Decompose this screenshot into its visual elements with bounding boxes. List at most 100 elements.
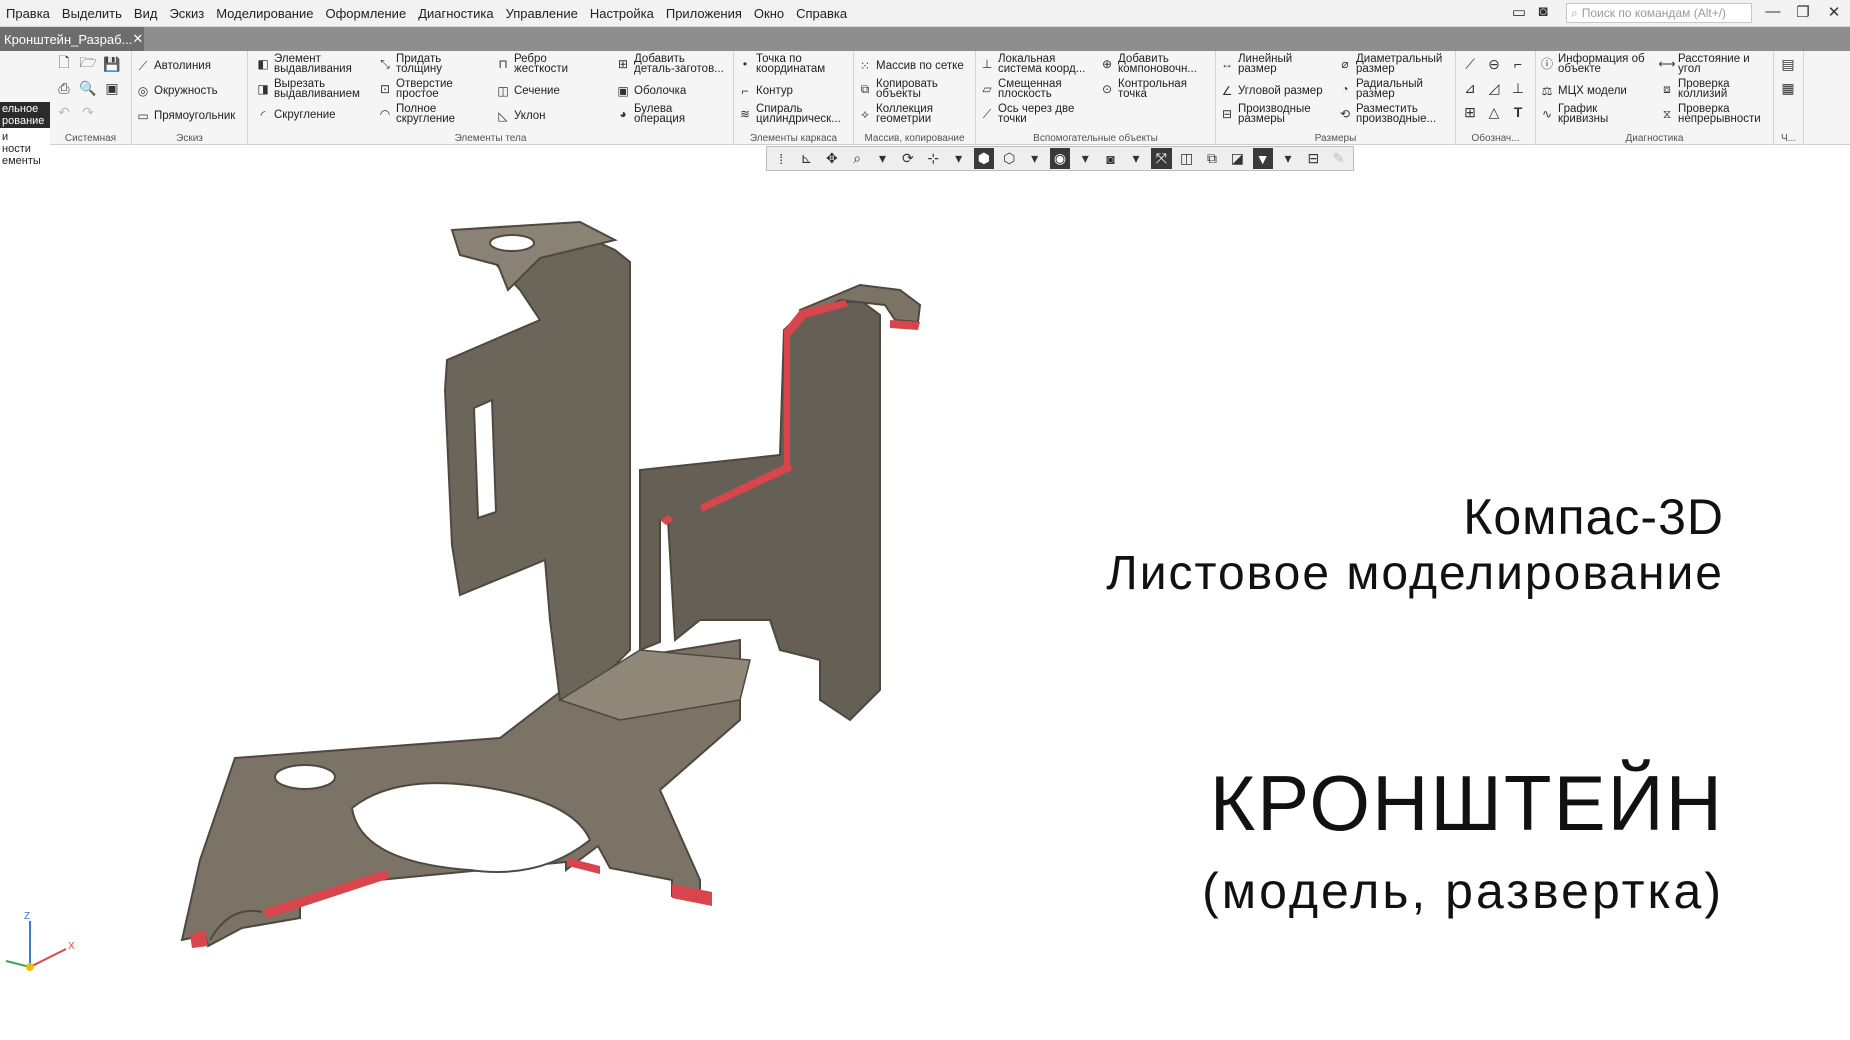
menu-edit[interactable]: Правка	[0, 6, 56, 21]
chevron-down-icon[interactable]: ▾	[948, 148, 968, 169]
pan-icon[interactable]: ✥	[822, 148, 842, 169]
linear-dim-button[interactable]: ↔ Линейный размер	[1220, 53, 1292, 75]
shell-button[interactable]: ▣ Оболочка	[616, 84, 686, 98]
section-button[interactable]: ◫ Сечение	[496, 84, 560, 98]
restore-icon[interactable]: ❐	[1792, 3, 1814, 21]
rectangle-button[interactable]: ▭ Прямоугольник	[136, 109, 235, 123]
add-blank-button[interactable]: ⊞ Добавить деталь-заготов...	[616, 53, 724, 75]
export-icon[interactable]: ▦	[1780, 80, 1796, 96]
axis-two-points-button[interactable]: ⟋ Ось через две точки	[980, 103, 1075, 125]
helix-button[interactable]: ≋ Спираль цилиндрическ...	[738, 103, 841, 125]
object-info-button[interactable]: ⓘ Информация об объекте	[1540, 53, 1645, 75]
menu-diagnostics[interactable]: Диагностика	[412, 6, 499, 21]
camera-icon[interactable]: ◙	[1532, 3, 1554, 20]
chevron-down-icon[interactable]: ▾	[1278, 148, 1298, 169]
datum-icon[interactable]: ⊖	[1486, 56, 1502, 72]
fillet-button[interactable]: ◜ Скругление	[256, 108, 336, 122]
radial-dim-button[interactable]: ◔ Радиальный размер	[1338, 78, 1423, 100]
boolean-button[interactable]: ◕ Булева операция	[616, 103, 685, 125]
rib-button[interactable]: ⊓ Ребро жесткости	[496, 53, 568, 75]
shaded-view-icon[interactable]: ⬢	[973, 148, 995, 169]
left-panel-active-item[interactable]: ельное рование	[0, 102, 50, 128]
menu-sketch[interactable]: Эскиз	[163, 6, 210, 21]
control-point-button[interactable]: ⊙ Контрольная точка	[1100, 78, 1187, 100]
zoom-icon[interactable]: ⌕	[847, 148, 867, 169]
close-icon[interactable]: ✕	[1823, 3, 1845, 21]
axis-view-icon[interactable]: ⊹	[923, 148, 943, 169]
curvature-graph-button[interactable]: ∿ График кривизны	[1540, 103, 1608, 125]
diameter-dim-button[interactable]: ⌀ Диаметральный размер	[1338, 53, 1442, 75]
hide-icon[interactable]: ◉	[1049, 148, 1071, 169]
filter-icon[interactable]: ▼	[1252, 148, 1273, 169]
close-tab-icon[interactable]: ✕	[132, 31, 143, 47]
command-search-input[interactable]: ⌕ Поиск по командам (Alt+/)	[1566, 3, 1752, 23]
minimize-icon[interactable]: —	[1762, 3, 1784, 20]
full-round-button[interactable]: ◠ Полное скругление	[378, 103, 455, 125]
mass-properties-button[interactable]: ⚖ МЦХ модели	[1540, 84, 1627, 98]
thicken-button[interactable]: ⤡ Придать толщину	[378, 53, 442, 75]
menu-apps[interactable]: Приложения	[660, 6, 748, 21]
contour-button[interactable]: ⌐ Контур	[738, 84, 792, 98]
menu-view[interactable]: Вид	[128, 6, 164, 21]
menu-window[interactable]: Окно	[748, 6, 790, 21]
panel-toggle-icon[interactable]: ▭	[1508, 3, 1530, 21]
save-icon[interactable]: 💾	[103, 56, 120, 72]
report-icon[interactable]: ▤	[1780, 56, 1796, 72]
menu-manage[interactable]: Управление	[500, 6, 584, 21]
redo-icon[interactable]: ↷	[80, 104, 96, 120]
extrude-button[interactable]: ◧ Элемент выдавливания	[256, 53, 352, 75]
open-folder-icon[interactable]: 🗁	[79, 54, 96, 72]
section-view-icon[interactable]: ◫	[1177, 148, 1197, 169]
print-icon[interactable]: ⎙	[56, 80, 72, 96]
chevron-down-icon[interactable]: ▾	[872, 148, 892, 169]
derived-dims-button[interactable]: ⊟ Производные размеры	[1220, 103, 1311, 125]
collision-check-button[interactable]: ⧈ Проверка коллизий	[1660, 78, 1729, 100]
menu-settings[interactable]: Настройка	[584, 6, 660, 21]
hole-button[interactable]: ⊡ Отверстие простое	[378, 78, 453, 100]
angular-dim-button[interactable]: ∠ Угловой размер	[1220, 84, 1323, 98]
wireframe-view-icon[interactable]: ⬡	[999, 148, 1019, 169]
new-file-icon[interactable]: 🗋	[56, 54, 72, 72]
text-icon[interactable]: T	[1510, 104, 1526, 120]
properties-icon[interactable]: ⊟	[1303, 148, 1323, 169]
edit-icon[interactable]: ✎	[1329, 148, 1349, 169]
view-arrow-icon[interactable]: △	[1486, 104, 1502, 120]
chevron-down-icon[interactable]: ▾	[1126, 148, 1146, 169]
add-layout-button[interactable]: ⊕ Добавить компоновочн...	[1100, 53, 1197, 75]
table-icon[interactable]: ⊞	[1462, 104, 1478, 120]
rotate-icon[interactable]: ⟳	[898, 148, 918, 169]
chevron-down-icon[interactable]: ▾	[1024, 148, 1044, 169]
copy-objects-button[interactable]: ⧉ Копировать объекты	[858, 78, 938, 100]
visibility-icon[interactable]: ◙	[1100, 148, 1120, 169]
snap-icon[interactable]: ⤧	[1151, 148, 1172, 169]
leader-icon[interactable]: ⌐	[1510, 56, 1526, 72]
local-cs-button[interactable]: ⊥ Локальная система коорд...	[980, 53, 1086, 75]
undo-icon[interactable]: ↶	[56, 104, 72, 120]
cut-extrude-button[interactable]: ◨ Вырезать выдавливанием	[256, 78, 360, 100]
place-derived-button[interactable]: ⟲ Разместить производные...	[1338, 103, 1436, 125]
distance-angle-button[interactable]: ⟷ Расстояние и угол	[1658, 53, 1749, 75]
roughness-icon[interactable]: ⟋	[1462, 56, 1478, 72]
menu-select[interactable]: Выделить	[56, 6, 128, 21]
point-by-coords-button[interactable]: • Точка по координатам	[738, 53, 825, 75]
offset-plane-button[interactable]: ▱ Смещенная плоскость	[980, 78, 1061, 100]
document-tab[interactable]: Кронштейн_Разраб... ✕	[0, 27, 144, 51]
orientation-icon[interactable]: ⊾	[796, 148, 816, 169]
layers-icon[interactable]: ⧉	[1202, 148, 1222, 169]
mark-icon[interactable]: ⊥	[1510, 80, 1526, 96]
explode-icon[interactable]: ◪	[1227, 148, 1247, 169]
geometry-collection-button[interactable]: ⟡ Коллекция геометрии	[858, 103, 933, 125]
tolerance-icon[interactable]: ◿	[1486, 80, 1502, 96]
chevron-down-icon[interactable]: ▾	[1075, 148, 1095, 169]
polyline-button[interactable]: ⟋ Автолиния	[136, 59, 211, 73]
menu-help[interactable]: Справка	[790, 6, 853, 21]
menu-design[interactable]: Оформление	[319, 6, 412, 21]
save-as-icon[interactable]: ▣	[104, 80, 120, 96]
continuity-check-button[interactable]: ⧖ Проверка непрерывности	[1660, 103, 1761, 125]
preview-icon[interactable]: 🔍	[79, 80, 96, 96]
draft-button[interactable]: ◺ Уклон	[496, 109, 545, 123]
grid-icon[interactable]: ⁞	[771, 148, 791, 169]
menu-modeling[interactable]: Моделирование	[210, 6, 319, 21]
grid-array-button[interactable]: ⁙ Массив по сетке	[858, 59, 964, 73]
weld-icon[interactable]: ⊿	[1462, 80, 1478, 96]
